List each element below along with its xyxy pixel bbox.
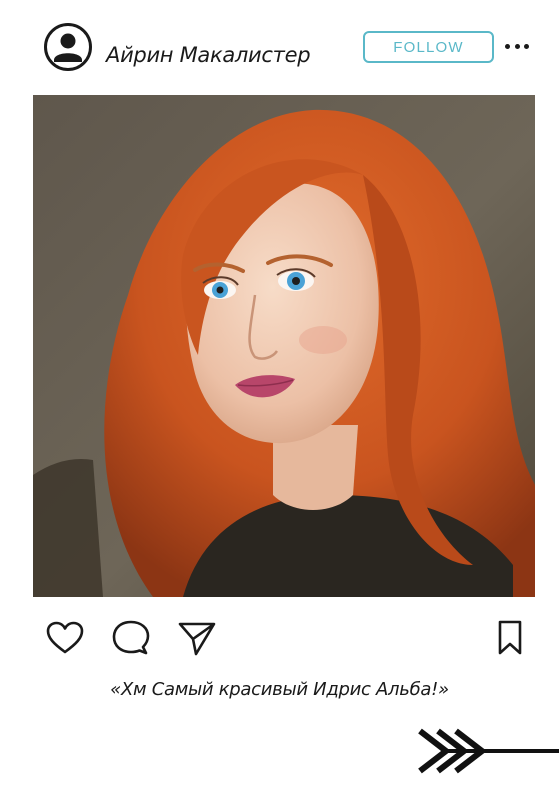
heart-icon	[46, 621, 84, 654]
bookmark-icon	[498, 620, 522, 655]
author-name[interactable]: Айрин Макалистер	[106, 40, 311, 70]
avatar[interactable]	[44, 23, 92, 71]
post-photo	[33, 95, 535, 597]
user-avatar-icon	[54, 33, 82, 62]
like-button[interactable]	[44, 618, 86, 660]
more-dots-icon[interactable]	[505, 40, 529, 52]
share-button[interactable]	[176, 618, 218, 660]
bookmark-button[interactable]	[489, 618, 531, 660]
comment-icon	[112, 620, 150, 655]
arrow-icon	[418, 725, 559, 777]
post-caption: «Хм Самый красивый Идрис Альба!»	[110, 679, 449, 700]
comment-button[interactable]	[110, 618, 152, 660]
share-icon	[178, 622, 216, 656]
follow-button[interactable]: FOLLOW	[363, 31, 494, 63]
